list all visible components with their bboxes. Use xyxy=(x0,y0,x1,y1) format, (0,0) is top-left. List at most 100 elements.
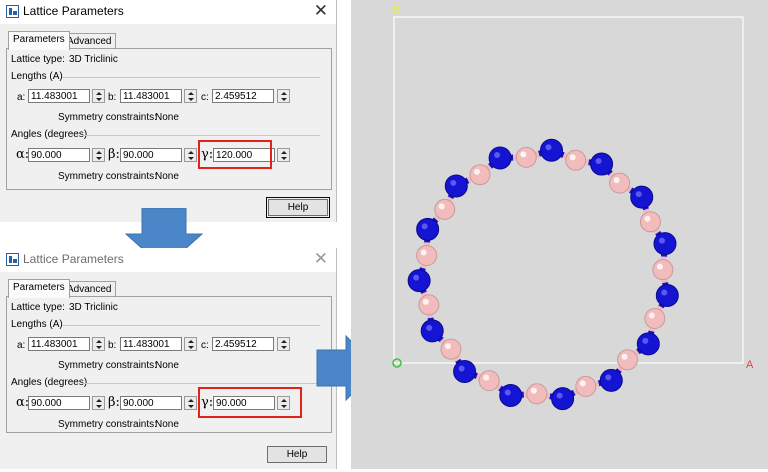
lengths-symmetry-value: None xyxy=(155,112,179,123)
boron-atom xyxy=(618,350,638,370)
alpha-angle-spinner[interactable] xyxy=(92,396,105,410)
atom-highlight xyxy=(422,223,428,229)
alpha-angle-input[interactable]: 90.000 xyxy=(28,148,90,162)
nitrogen-atom xyxy=(500,384,522,406)
dialog-title: Lattice Parameters xyxy=(23,4,124,18)
atom-highlight xyxy=(570,154,576,160)
lengths-symmetry-label: Symmetry constraints: xyxy=(58,360,157,371)
close-icon[interactable]: ✕ xyxy=(314,1,328,21)
atom-highlight xyxy=(459,366,465,372)
highlight-box xyxy=(198,387,302,418)
atom-highlight xyxy=(644,216,650,222)
bn-nanotube-ring xyxy=(408,139,678,409)
atom-highlight xyxy=(605,374,611,380)
atom-highlight xyxy=(474,169,480,175)
atom-highlight xyxy=(450,180,456,186)
b-length-spinner[interactable] xyxy=(184,89,197,103)
atom-highlight xyxy=(642,338,648,344)
lengths-symmetry-label: Symmetry constraints: xyxy=(58,112,157,123)
beta-label: β: xyxy=(108,147,120,162)
a-length-input[interactable]: 11.483001 xyxy=(28,337,90,351)
c-length-input[interactable]: 2.459512 xyxy=(212,337,274,351)
b-length-input[interactable]: 11.483001 xyxy=(120,89,182,103)
title-bar[interactable]: Lattice Parameters ✕ xyxy=(0,0,336,24)
angles-symmetry-label: Symmetry constraints: xyxy=(58,171,157,182)
b-label: b: xyxy=(108,92,116,103)
angles-header: Angles (degrees) xyxy=(11,129,87,140)
atom-highlight xyxy=(445,343,451,349)
group-divider xyxy=(82,135,320,136)
nitrogen-atom xyxy=(656,284,678,306)
help-button[interactable]: Help xyxy=(268,199,328,216)
nitrogen-atom xyxy=(421,320,443,342)
atom-highlight xyxy=(531,388,537,394)
alpha-angle-spinner[interactable] xyxy=(92,148,105,162)
a-length-input[interactable]: 11.483001 xyxy=(28,89,90,103)
structure-viewer[interactable]: B A xyxy=(351,0,768,469)
lattice-parameters-dialog-after: Lattice Parameters ✕ Parameters Advanced… xyxy=(0,248,337,469)
help-button[interactable]: Help xyxy=(267,446,327,463)
a-length-spinner[interactable] xyxy=(92,89,105,103)
boron-atom xyxy=(640,212,660,232)
group-divider xyxy=(82,383,320,384)
nitrogen-atom xyxy=(540,139,562,161)
boron-atom xyxy=(417,245,437,265)
tab-parameters[interactable]: Parameters xyxy=(8,31,70,50)
nitrogen-atom xyxy=(445,175,467,197)
atom-highlight xyxy=(421,249,427,255)
lattice-parameters-dialog-before: Lattice Parameters ✕ Parameters Advanced… xyxy=(0,0,337,222)
nitrogen-atom xyxy=(637,333,659,355)
alpha-angle-input[interactable]: 90.000 xyxy=(28,396,90,410)
boron-atom xyxy=(419,295,439,315)
highlight-box xyxy=(198,140,272,169)
atom-highlight xyxy=(596,158,602,164)
angles-symmetry-value: None xyxy=(155,171,179,182)
app-icon xyxy=(6,253,19,266)
boron-atom xyxy=(441,339,461,359)
beta-label: β: xyxy=(108,395,120,410)
gamma-angle-spinner[interactable] xyxy=(277,148,290,162)
boron-atom xyxy=(653,260,673,280)
boron-atom xyxy=(470,165,490,185)
atom-highlight xyxy=(494,152,500,158)
angles-symmetry-value: None xyxy=(155,419,179,430)
c-length-spinner[interactable] xyxy=(277,89,290,103)
dialog-title: Lattice Parameters xyxy=(23,252,124,266)
angles-symmetry-label: Symmetry constraints: xyxy=(58,419,157,430)
lattice-type-label: Lattice type: xyxy=(11,302,65,313)
beta-angle-spinner[interactable] xyxy=(184,396,197,410)
close-icon[interactable]: ✕ xyxy=(314,249,328,269)
atom-highlight xyxy=(505,389,511,395)
tab-parameters[interactable]: Parameters xyxy=(8,279,70,298)
atom-highlight xyxy=(413,275,419,281)
atom-highlight xyxy=(580,380,586,386)
axis-a-label: A xyxy=(746,359,754,371)
atom-highlight xyxy=(614,177,620,183)
a-length-spinner[interactable] xyxy=(92,337,105,351)
group-divider xyxy=(62,325,320,326)
app-icon xyxy=(6,5,19,18)
lengths-symmetry-value: None xyxy=(155,360,179,371)
boron-atom xyxy=(645,308,665,328)
atom-highlight xyxy=(483,375,489,381)
nitrogen-atom xyxy=(591,153,613,175)
boron-atom xyxy=(610,173,630,193)
c-length-input[interactable]: 2.459512 xyxy=(212,89,274,103)
boron-atom xyxy=(527,384,547,404)
b-length-input[interactable]: 11.483001 xyxy=(120,337,182,351)
beta-angle-input[interactable]: 90.000 xyxy=(120,148,182,162)
angles-header: Angles (degrees) xyxy=(11,377,87,388)
group-divider xyxy=(62,77,320,78)
beta-angle-input[interactable]: 90.000 xyxy=(120,396,182,410)
title-bar[interactable]: Lattice Parameters ✕ xyxy=(0,248,336,272)
nitrogen-atom xyxy=(552,388,574,410)
c-length-spinner[interactable] xyxy=(277,337,290,351)
nitrogen-atom xyxy=(489,147,511,169)
beta-angle-spinner[interactable] xyxy=(184,148,197,162)
b-length-spinner[interactable] xyxy=(184,337,197,351)
a-label: a: xyxy=(17,92,25,103)
a-label: a: xyxy=(17,340,25,351)
atom-highlight xyxy=(557,393,563,399)
atom-highlight xyxy=(657,264,663,270)
c-label: c: xyxy=(201,340,209,351)
